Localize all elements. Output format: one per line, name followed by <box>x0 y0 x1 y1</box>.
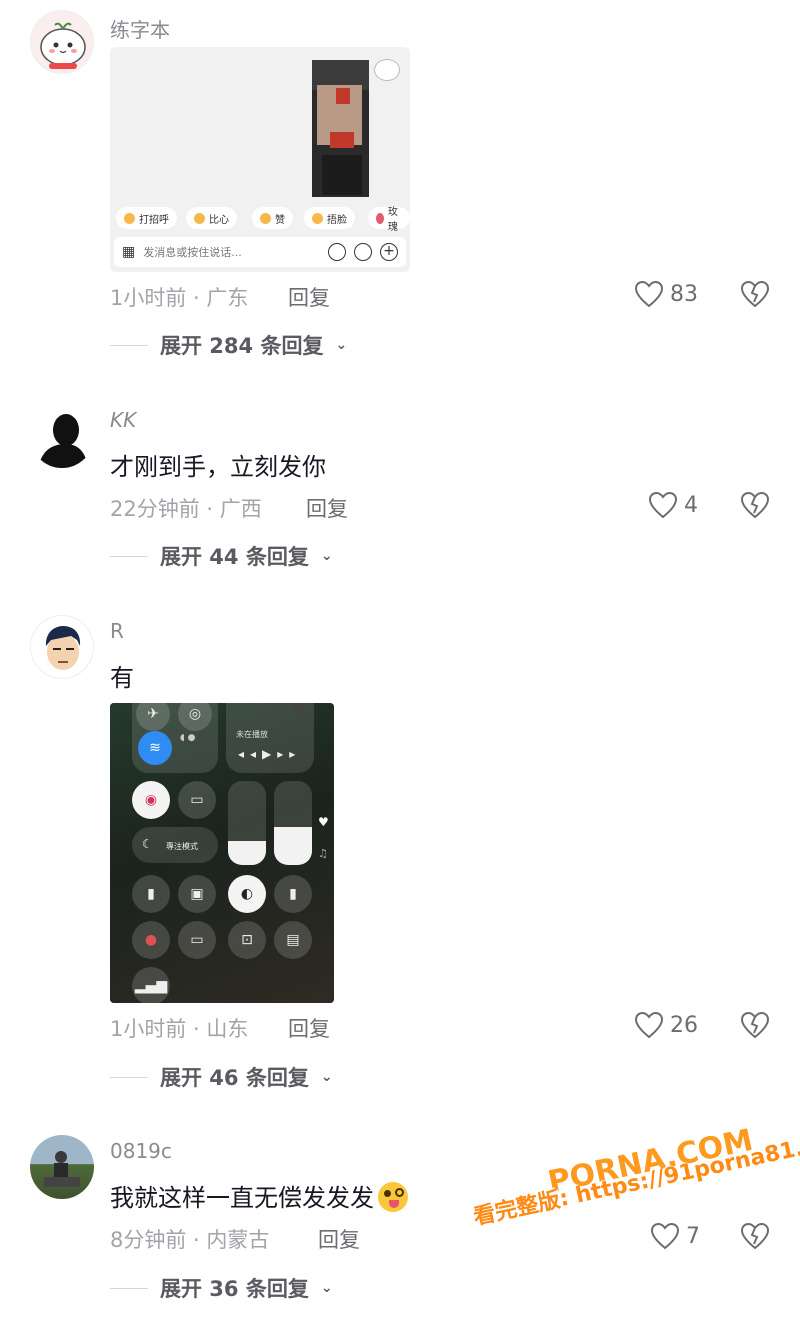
reply-button[interactable]: 回复 <box>318 1224 360 1254</box>
comment-text: 有 <box>110 664 134 692</box>
volume-slider <box>274 781 312 865</box>
avatar[interactable] <box>30 615 94 679</box>
cartoon-man-avatar-icon <box>45 626 81 670</box>
quick-reply-chip[interactable]: 捂脸 <box>304 207 355 229</box>
comment-meta: 1小时前 · 山东 <box>110 1017 249 1041</box>
comment-meta: 1小时前 · 广东 <box>110 286 249 310</box>
username[interactable]: R <box>110 619 124 643</box>
dislike-button[interactable] <box>740 280 770 312</box>
voice-icon <box>328 243 346 261</box>
reply-button[interactable]: 回复 <box>306 493 348 523</box>
cartoon-avatar-icon <box>40 22 86 69</box>
chevron-down-icon: ⌄ <box>320 548 333 564</box>
broken-heart-icon <box>740 280 770 308</box>
dislike-button[interactable] <box>740 1011 770 1043</box>
media-controls: ◂◂▶▸▸ <box>238 747 302 761</box>
comment-image[interactable]: 打招呼 比心 赞 捂脸 玫瑰 ▦ 发消息或按住说话... + <box>110 47 410 272</box>
like-button[interactable]: 7 <box>650 1222 700 1250</box>
wave-emoji-icon <box>124 212 135 224</box>
battery-icon: ▭ <box>178 921 216 959</box>
plus-icon: + <box>380 243 398 261</box>
flashlight-icon: ▮ <box>132 875 170 913</box>
dark-mode-icon: ◐ <box>228 875 266 913</box>
message-input[interactable]: ▦ 发消息或按住说话... + <box>114 237 406 267</box>
focus-mode-label: 專注模式 <box>166 842 198 851</box>
expand-replies-button[interactable]: 展开 46 条回复 ⌄ <box>110 1062 333 1092</box>
accessibility-icon: ▤ <box>274 921 312 959</box>
music-note-icon: ♫ <box>318 847 328 860</box>
username[interactable]: 0819c <box>110 1139 172 1163</box>
now-playing-label: 未在播放 <box>236 730 268 739</box>
divider <box>110 1287 148 1289</box>
like-count: 83 <box>670 281 698 307</box>
like-button[interactable]: 26 <box>634 1011 698 1039</box>
facepalm-emoji-icon <box>312 212 323 224</box>
brightness-slider <box>228 781 266 865</box>
broken-heart-icon <box>740 491 770 519</box>
expand-replies-button[interactable]: 展开 36 条回复 ⌄ <box>110 1273 333 1303</box>
winking-tongue-emoji-icon <box>378 1182 408 1212</box>
divider <box>110 344 148 346</box>
signal-icon: ▂▄▆ <box>132 967 170 1003</box>
avatar[interactable] <box>30 1135 94 1199</box>
like-count: 26 <box>670 1012 698 1038</box>
rose-emoji-icon <box>376 212 384 224</box>
quick-reply-chip[interactable]: 打招呼 <box>116 207 177 229</box>
moon-icon: ☾ <box>142 837 153 851</box>
username[interactable]: KK <box>110 408 136 432</box>
like-count: 4 <box>684 492 698 518</box>
like-button[interactable]: 4 <box>648 491 698 519</box>
screen-mirror-icon: ▭ <box>178 781 216 819</box>
text-scan-icon: ⊡ <box>228 921 266 959</box>
heart-icon <box>648 491 678 519</box>
chevron-down-icon: ⌄ <box>320 1280 333 1296</box>
screen-record-icon: ● <box>132 921 170 959</box>
expand-replies-button[interactable]: 展开 44 条回复 ⌄ <box>110 541 333 571</box>
sticker-icon <box>374 59 400 81</box>
qr-scanner-icon: ▣ <box>178 875 216 913</box>
broken-heart-icon <box>740 1011 770 1039</box>
divider <box>110 1076 148 1078</box>
heart-icon <box>634 1011 664 1039</box>
heart-icon: ♥ <box>318 815 329 829</box>
emoji-icon <box>354 243 372 261</box>
photo-avatar-icon <box>44 1151 80 1187</box>
rotation-lock-icon: ◉ <box>132 781 170 819</box>
bluetooth-icon: ◖ ● <box>180 733 196 743</box>
thumbs-up-emoji-icon <box>260 212 271 224</box>
chevron-down-icon: ⌄ <box>335 337 348 353</box>
avatar[interactable] <box>30 404 94 468</box>
comment-meta: 22分钟前 · 广西 <box>110 497 262 521</box>
heart-icon <box>650 1222 680 1250</box>
heart-icon <box>634 280 664 308</box>
avatar[interactable] <box>30 10 94 74</box>
like-button[interactable]: 83 <box>634 280 698 308</box>
broken-heart-icon <box>740 1222 770 1250</box>
like-count: 7 <box>686 1223 700 1249</box>
silhouette-avatar-icon <box>38 414 88 468</box>
expand-replies-button[interactable]: 展开 284 条回复 ⌄ <box>110 330 347 360</box>
flashlight-icon: ▮ <box>274 875 312 913</box>
username[interactable]: 练字本 <box>110 14 170 43</box>
wifi-icon: ≋ <box>138 731 172 765</box>
apps-grid-icon: ▦ <box>122 244 136 260</box>
comment-text: 才刚到手，立刻发你 <box>110 453 326 481</box>
reply-button[interactable]: 回复 <box>288 1013 330 1043</box>
dislike-button[interactable] <box>740 491 770 523</box>
quick-reply-chip[interactable]: 赞 <box>252 207 293 229</box>
chevron-down-icon: ⌄ <box>320 1069 333 1085</box>
pixelated-video-thumbnail <box>312 60 369 197</box>
comment-text: 我就这样一直无偿发发发 <box>110 1178 408 1213</box>
quick-reply-chip[interactable]: 比心 <box>186 207 237 229</box>
divider <box>110 555 148 557</box>
heart-hands-emoji-icon <box>194 212 205 224</box>
comment-image[interactable]: ✈ ◎ ≋ ◖ ● 未在播放 ◂◂▶▸▸ ◉ ▭ ♥ ♫ ☾ 專注模式 ▮ ▣ … <box>110 703 334 1003</box>
comment-meta: 8分钟前 · 内蒙古 <box>110 1228 270 1252</box>
reply-button[interactable]: 回复 <box>288 282 330 312</box>
quick-reply-chip[interactable]: 玫瑰 <box>368 207 410 233</box>
dislike-button[interactable] <box>740 1222 770 1254</box>
